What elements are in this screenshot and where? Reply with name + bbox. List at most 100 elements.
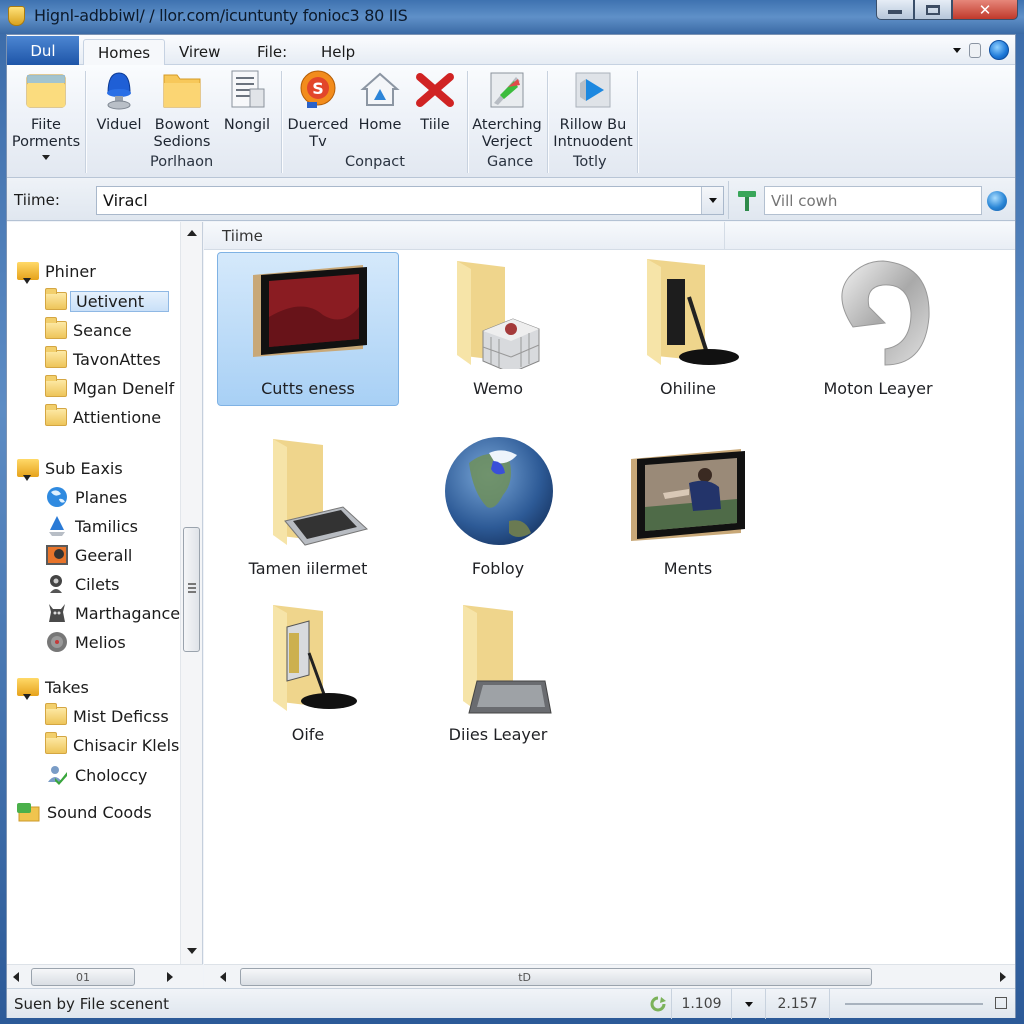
ribbon-group-label: Conpact [345,154,405,170]
zoom-slider[interactable] [845,1003,983,1005]
scroll-down-icon[interactable] [187,948,197,954]
file-tab[interactable]: Dul [7,36,79,65]
minimize-button[interactable] [876,0,914,20]
bowont-sedions-button[interactable]: Bowont Sedions [149,69,215,151]
file-tile[interactable]: Wemo [407,252,589,406]
file-label: Wemo [472,379,524,398]
tab-file[interactable]: File: [243,39,301,65]
close-button[interactable]: ✕ [952,0,1018,20]
file-tile[interactable]: Diies Leayer [407,598,589,752]
rillow-bu-button[interactable]: Rillow Bu Intnuodent [551,69,635,151]
maximize-button[interactable] [914,0,952,20]
file-tile[interactable]: Ments [597,432,779,586]
duerced-tv-button[interactable]: S Duerced Tv [285,69,351,151]
nav-section-sub-eaxis[interactable]: Sub Eaxis [17,455,123,481]
file-tile[interactable]: Moton Leayer [787,252,969,406]
file-tile[interactable]: Ohiline [597,252,779,406]
nav-item-chisacir-klels[interactable]: Chisacir Klels [45,732,179,758]
nav-item-tavonattes[interactable]: TavonAttes [45,346,161,372]
status-text: Suen by File scenent [14,995,169,1013]
view-toggle-icon[interactable] [995,997,1007,1009]
nav-item-attientione[interactable]: Attientione [45,404,161,430]
address-dropdown-button[interactable] [701,187,723,214]
search-globe-icon[interactable] [987,191,1007,211]
tab-homes[interactable]: Homes [83,39,166,65]
nav-item-tamilics[interactable]: Tamilics [45,513,138,539]
ribbon-separator [547,71,548,173]
nav-section-takes[interactable]: Takes [17,674,89,700]
tiile-delete-button[interactable]: Tiile [413,69,457,134]
nav-section-phiner[interactable]: Phiner [17,258,96,284]
column-header-name[interactable]: Tiime [222,227,263,245]
content-horizontal-scrollbar[interactable]: tD [204,964,1015,988]
scroll-left-icon[interactable] [220,972,226,982]
tab-help[interactable]: Help [307,39,369,65]
window-title: Hignl-adbbiwl/ / llor.com/icuntunty foni… [34,6,408,25]
picture-frame-photo-icon [623,437,753,549]
minimize-ribbon-button[interactable] [969,42,981,58]
picture-frame-red-icon [243,257,373,369]
nav-item-cilets[interactable]: Cilets [45,571,120,597]
home-button[interactable]: Home [353,69,407,134]
folder-icon [161,69,203,111]
image-edit-icon [486,69,528,111]
nav-label: Melios [75,632,126,652]
file-tile[interactable]: Fobloy [407,432,589,586]
nav-vertical-scrollbar[interactable] [180,222,202,964]
ribbon-options-dropdown[interactable] [953,47,961,53]
file-tile[interactable]: Oife [217,598,399,752]
help-icon[interactable] [989,40,1009,60]
file-tile[interactable]: Tamen iilermet [217,432,399,586]
nav-label: Chisacir Klels [73,735,180,755]
file-label: Ohiline [659,379,717,398]
paint-roller-icon[interactable] [737,190,757,212]
scroll-left-icon[interactable] [13,972,19,982]
address-input[interactable] [96,186,724,215]
ribbon-button-label: Viduel [96,117,142,133]
folder-tablet-icon [433,603,563,715]
nav-label: Mist Deficss [73,706,169,726]
nav-item-melios[interactable]: Melios [45,629,126,655]
nav-label: Tamilics [75,516,138,536]
file-tile[interactable]: Cutts eness [217,252,399,406]
aterching-verject-button[interactable]: Aterching Verject [471,69,543,151]
viduel-button[interactable]: Viduel [93,69,145,134]
nongil-button[interactable]: Nongil [217,69,277,134]
file-porments-button[interactable]: Fiite Porments [11,69,81,160]
nav-item-planes[interactable]: Planes [45,484,127,510]
nav-item-marthagance[interactable]: Marthagance [45,600,180,626]
scroll-thumb[interactable]: 01 [31,968,135,986]
scroll-up-icon[interactable] [187,230,197,236]
menu-right-controls [953,40,1009,60]
scroll-thumb[interactable] [183,527,200,652]
nav-item-uetivent[interactable]: Uetivent [45,288,169,314]
folder-open-icon [17,678,39,700]
file-label: Cutts eness [261,379,355,398]
nav-item-choloccy[interactable]: Choloccy [45,762,147,788]
nav-label: TavonAttes [73,349,161,369]
content-pane: Tiime Cutts eness Wemo Ohiline Moton Lea… [204,222,1015,964]
nav-label: Choloccy [75,765,148,785]
search-input[interactable] [764,186,982,215]
nav-section-sound-coods[interactable]: Sound Coods [17,799,152,825]
grip-icon [188,583,196,593]
status-dropdown[interactable] [731,989,765,1019]
folder-icon [45,375,67,397]
scroll-right-icon[interactable] [1000,972,1006,982]
refresh-icon[interactable] [649,996,667,1012]
folder-icon [45,288,67,310]
nav-item-seance[interactable]: Seance [45,317,132,343]
nav-label: Uetivent [70,290,169,312]
gear-person-icon [50,575,62,593]
scroll-thumb[interactable]: tD [240,968,872,986]
dropdown-caret-icon [42,155,50,160]
nav-item-geerall[interactable]: Geerall [45,542,132,568]
nav-item-mist-deficss[interactable]: Mist Deficss [45,703,169,729]
nav-item-mgan-denelf[interactable]: Mgan Denelf [45,375,174,401]
scroll-right-icon[interactable] [167,972,173,982]
nav-horizontal-scrollbar[interactable]: 01 [7,964,203,988]
tab-view[interactable]: Virew [165,39,234,65]
column-separator[interactable] [724,222,725,250]
folder-microphone-icon [243,603,373,715]
file-label: Tamen iilermet [248,559,368,578]
